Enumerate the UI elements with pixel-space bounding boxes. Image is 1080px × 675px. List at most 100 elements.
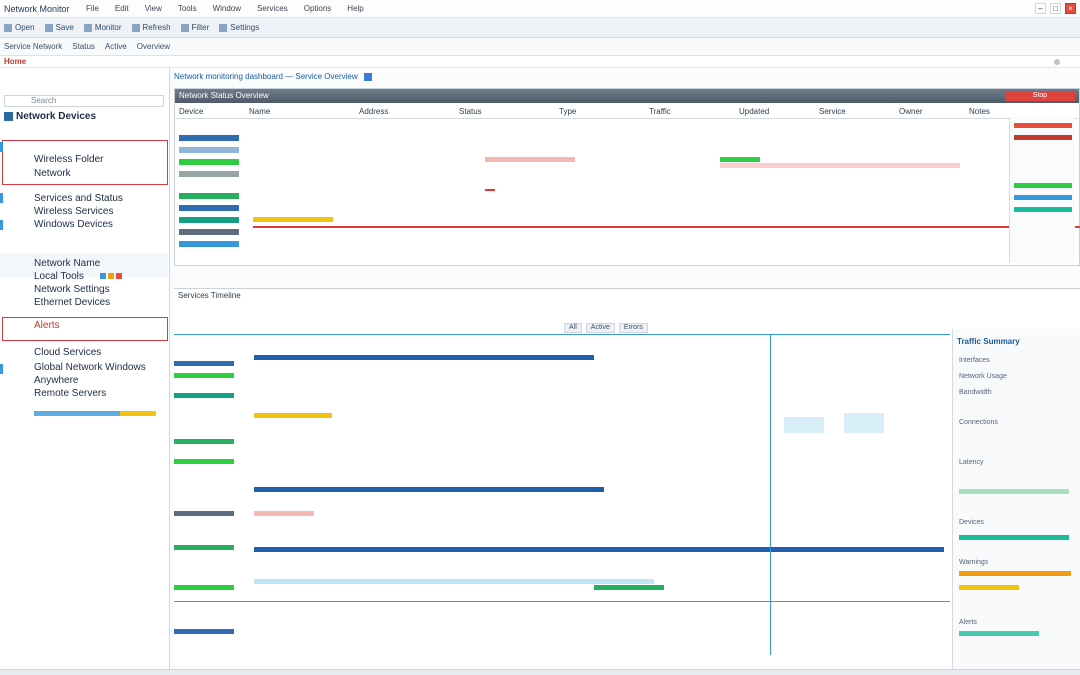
filter-group: All Active Errors — [564, 323, 648, 333]
timeline-bar[interactable] — [254, 511, 314, 516]
save-button[interactable]: Save — [44, 23, 74, 32]
tab-overview[interactable]: Overview — [137, 42, 170, 51]
summary-bar — [959, 489, 1069, 494]
save-icon — [44, 23, 53, 32]
summary-bar — [959, 631, 1039, 636]
table-row[interactable] — [179, 147, 239, 153]
timeline-bar[interactable] — [254, 355, 594, 360]
timeline-bar[interactable] — [174, 511, 234, 516]
close-icon[interactable]: × — [1065, 3, 1076, 14]
sidebar-item-remote-servers[interactable]: Remote Servers — [34, 388, 106, 399]
timeline-bar[interactable] — [174, 393, 234, 398]
status-bar — [1014, 135, 1072, 140]
menu-file[interactable]: File — [86, 4, 99, 13]
table-row[interactable] — [179, 193, 239, 199]
filter-errors[interactable]: Errors — [618, 323, 648, 333]
column-header[interactable]: Service — [815, 107, 895, 118]
minimize-icon[interactable]: – — [1035, 3, 1046, 14]
traffic-summary-title: Traffic Summary — [957, 337, 1020, 346]
close-icon[interactable] — [363, 72, 372, 81]
address-bar[interactable]: Home — [0, 56, 1080, 68]
column-header[interactable]: Address — [355, 107, 455, 118]
refresh-button[interactable]: Refresh — [131, 23, 171, 32]
menu-options[interactable]: Options — [304, 4, 332, 13]
settings-button[interactable]: Settings — [219, 23, 259, 32]
timeline-bar[interactable] — [174, 629, 234, 634]
timeline-bar[interactable] — [174, 585, 234, 590]
sidebar-item-wireless-folder[interactable]: Wireless Folder — [34, 154, 103, 165]
home-tag[interactable]: Home — [4, 57, 26, 66]
secondary-toolbar: Service Network Status Active Overview — [0, 38, 1080, 56]
search-input[interactable]: Search — [4, 95, 164, 107]
open-button[interactable]: Open — [4, 23, 35, 32]
timeline-bar[interactable] — [174, 373, 234, 378]
menu-help[interactable]: Help — [347, 4, 363, 13]
timeline-bar[interactable] — [254, 547, 944, 552]
sidebar-item-wireless-services[interactable]: Wireless Services — [34, 206, 113, 217]
column-header[interactable]: Device — [175, 107, 245, 118]
table-row[interactable] — [179, 241, 239, 247]
table-row[interactable] — [179, 171, 239, 177]
sidebar-item-network-name[interactable]: Network Name — [34, 258, 100, 269]
stop-button[interactable]: Stop — [1005, 91, 1075, 101]
timeline-bar[interactable] — [254, 487, 604, 492]
table-row[interactable] — [179, 159, 239, 165]
tab-active[interactable]: Active — [105, 42, 127, 51]
filter-button[interactable]: Filter — [180, 23, 209, 32]
menu-tools[interactable]: Tools — [178, 4, 197, 13]
sidebar-item-network-settings[interactable]: Network Settings — [34, 284, 110, 295]
timeline-bar[interactable] — [594, 585, 664, 590]
summary-label: Interfaces — [959, 357, 990, 364]
timeline-bar[interactable] — [174, 545, 234, 550]
column-header[interactable]: Status — [455, 107, 555, 118]
timeline-title: Services Timeline — [178, 291, 241, 300]
sidebar-item-cloud-services[interactable]: Cloud Services — [34, 347, 101, 358]
column-header[interactable]: Traffic — [645, 107, 735, 118]
menu-window[interactable]: Window — [213, 4, 241, 13]
timeline-bar[interactable] — [174, 459, 234, 464]
sidebar-item-ethernet-devices[interactable]: Ethernet Devices — [34, 297, 110, 308]
table-row[interactable] — [179, 217, 239, 223]
sidebar-item-network[interactable]: Network — [34, 168, 71, 179]
monitor-button[interactable]: Monitor — [83, 23, 122, 32]
timeline-bar[interactable] — [254, 579, 654, 584]
timeline-pane: Services Timeline All Active Errors Traf… — [174, 288, 1080, 675]
title-bar: Network Monitor File Edit View Tools Win… — [0, 0, 1080, 18]
sidebar-item-global-network[interactable]: Global Network Windows — [34, 362, 146, 373]
summary-label: Devices — [959, 519, 984, 526]
timeline-bar[interactable] — [174, 439, 234, 444]
sidebar-item-local-tools[interactable]: Local Tools — [34, 271, 84, 282]
alert-line — [253, 226, 1080, 228]
sidebar-item-alerts[interactable]: Alerts — [34, 320, 60, 331]
filter-active[interactable]: Active — [585, 323, 615, 333]
table-row[interactable] — [179, 205, 239, 211]
timeline-bar[interactable] — [174, 361, 234, 366]
column-header[interactable]: Type — [555, 107, 645, 118]
tab-service-network[interactable]: Service Network — [4, 42, 62, 51]
column-header[interactable]: Owner — [895, 107, 965, 118]
highlight-bar — [253, 217, 333, 222]
tab-status[interactable]: Status — [72, 42, 95, 51]
menu-edit[interactable]: Edit — [115, 4, 129, 13]
column-header[interactable]: Updated — [735, 107, 815, 118]
sidebar-header: Network Devices — [16, 111, 97, 122]
timeline-axis — [174, 334, 950, 335]
filter-all[interactable]: All — [564, 323, 582, 333]
grid-title: Network Status Overview — [179, 91, 269, 100]
summary-label: Warnings — [959, 559, 989, 566]
table-row[interactable] — [179, 135, 239, 141]
column-header[interactable]: Name — [245, 107, 355, 118]
menu-view[interactable]: View — [145, 4, 162, 13]
summary-bar — [959, 535, 1069, 540]
summary-label: Network Usage — [959, 373, 1007, 380]
table-row[interactable] — [179, 229, 239, 235]
timeline-bar[interactable] — [254, 413, 332, 418]
tree-connector — [0, 364, 3, 374]
sidebar-item-services-status[interactable]: Services and Status — [34, 193, 123, 204]
summary-label: Connections — [959, 419, 998, 426]
sidebar-item-anywhere[interactable]: Anywhere — [34, 375, 78, 386]
sidebar-item-windows-devices[interactable]: Windows Devices — [34, 219, 113, 230]
maximize-icon[interactable]: □ — [1050, 3, 1061, 14]
menu-services[interactable]: Services — [257, 4, 288, 13]
filter-icon — [180, 23, 189, 32]
